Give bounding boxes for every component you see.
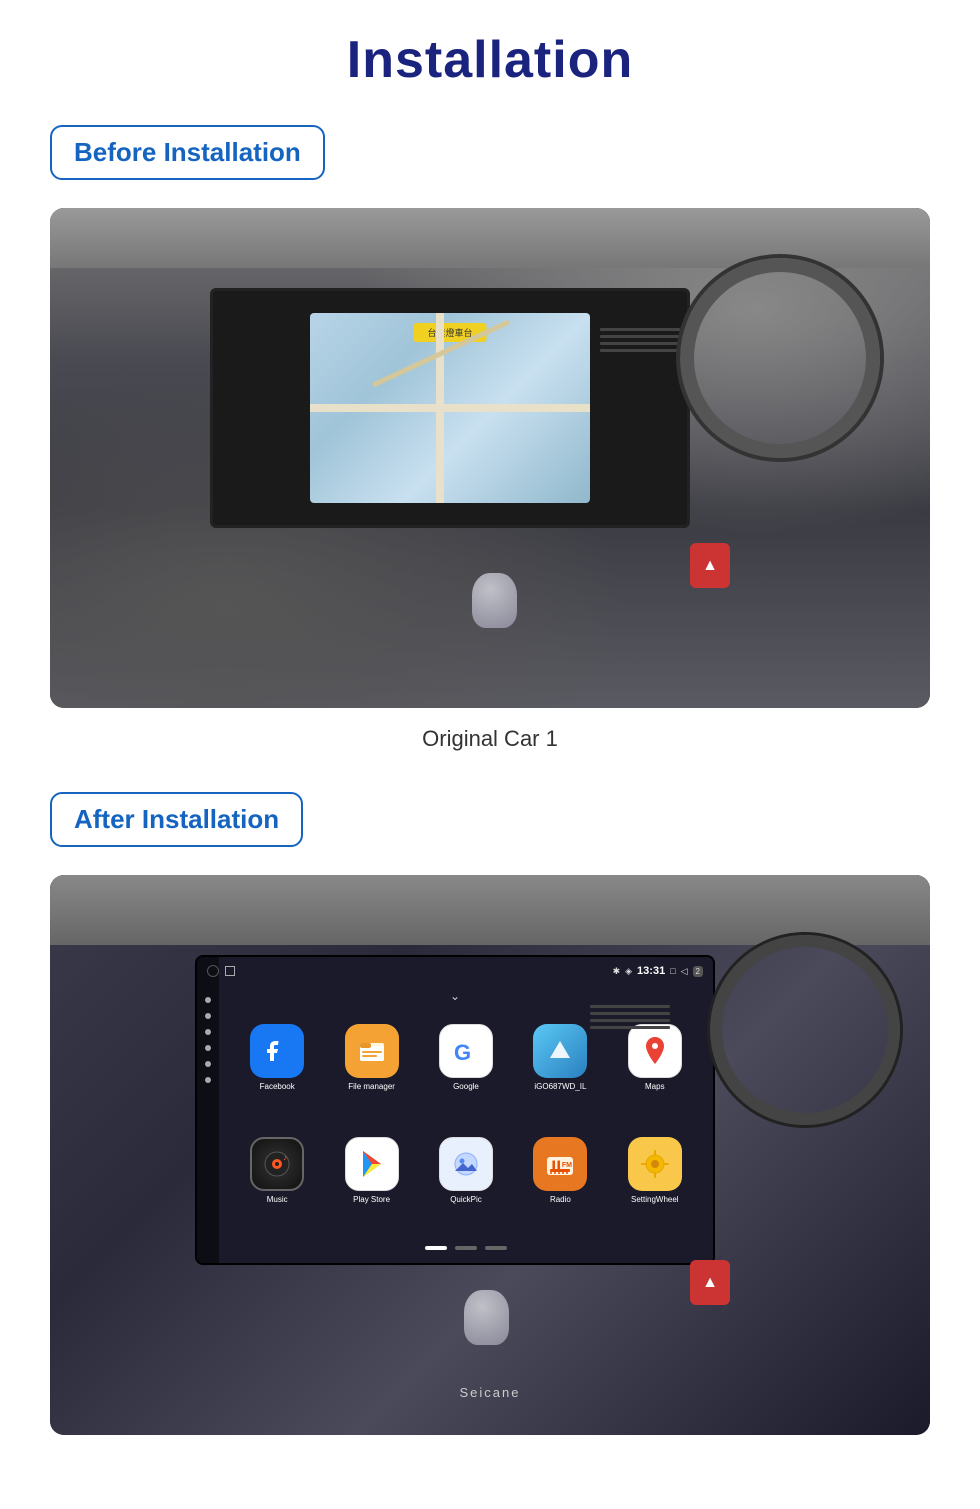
hazard-button-after: ▲ [690,1260,730,1305]
air-vents-after [590,1005,670,1029]
vent-line [600,342,680,345]
page-dot [485,1246,507,1250]
app-google[interactable]: G Google [439,1024,493,1091]
app-facebook[interactable]: Facebook [250,1024,304,1091]
app-maps[interactable]: Maps [628,1024,682,1091]
google-icon: G [439,1024,493,1078]
page-dot [455,1246,477,1250]
filemanager-icon [345,1024,399,1078]
app-settingwheel[interactable]: SettingWheel [628,1137,682,1204]
bluetooth-icon: ✱ [613,966,621,977]
android-page-dots [219,1233,713,1263]
music-label: Music [267,1195,288,1204]
notification-badge: 2 [693,966,703,977]
svg-text:▐▐ FM: ▐▐ FM [550,1160,572,1170]
google-label: Google [453,1082,479,1091]
steering-wheel-after [710,935,900,1125]
android-status-bar: ✱ ◈ 13:31 □ ◁ 2 [197,957,713,985]
igo-icon [533,1024,587,1078]
facebook-icon [250,1024,304,1078]
before-installation-label: Before Installation [50,125,325,180]
maps-label: Maps [645,1082,665,1091]
vent-line [590,1005,670,1008]
nav-dot [205,997,211,1003]
steering-wheel [680,258,880,458]
quickpic-icon [439,1137,493,1191]
settingwheel-label: SettingWheel [631,1195,679,1204]
vent-line [600,335,680,338]
square-icon [225,966,235,976]
original-head-unit: 台禁燈車台 [210,288,690,528]
side-nav-bar [197,957,219,1263]
app-quickpic[interactable]: QuickPic [439,1137,493,1204]
vent-line [600,328,680,331]
before-car-interior: 台禁燈車台 ▲ [50,208,930,708]
air-vents [600,328,680,352]
nav-dot [205,1029,211,1035]
nav-dot [205,1077,211,1083]
nav-dot [205,1045,211,1051]
after-installation-image: ✱ ◈ 13:31 □ ◁ 2 ⌄ [50,875,930,1435]
svg-text:♪: ♪ [283,1153,287,1162]
after-installation-label: After Installation [50,792,303,847]
hazard-button: ▲ [690,543,730,588]
page-title: Installation [347,30,633,90]
back-icon: ◁ [681,966,688,977]
app-filemanager[interactable]: File manager [345,1024,399,1091]
settingwheel-icon [628,1137,682,1191]
playstore-icon [345,1137,399,1191]
before-caption: Original Car 1 [422,726,558,752]
facebook-label: Facebook [260,1082,295,1091]
seicane-brand: Seicane [460,1385,521,1400]
window-icon: □ [670,966,675,976]
map-display: 台禁燈車台 [310,313,590,503]
maps-icon [628,1024,682,1078]
after-car-interior: ✱ ◈ 13:31 □ ◁ 2 ⌄ [50,875,930,1435]
radio-label: Radio [550,1195,571,1204]
music-icon: ♪ [250,1137,304,1191]
app-radio[interactable]: ▐▐ FM Radio [533,1137,587,1204]
nav-dot [205,1061,211,1067]
gear-knob-after [464,1290,509,1345]
nav-dot [205,1013,211,1019]
android-head-unit: ✱ ◈ 13:31 □ ◁ 2 ⌄ [195,955,715,1265]
igo-label: iGO687WD_IL [534,1082,586,1091]
time-display: 13:31 [637,965,665,977]
map-road-horizontal [310,404,590,412]
app-igo[interactable]: iGO687WD_IL [533,1024,587,1091]
car-background: 台禁燈車台 ▲ [50,208,930,708]
vent-line [590,1012,670,1015]
vent-line [590,1019,670,1022]
vent-line [590,1026,670,1029]
map-road-vertical [436,313,444,503]
before-installation-image: 台禁燈車台 ▲ [50,208,930,708]
filemanager-label: File manager [348,1082,395,1091]
radio-icon: ▐▐ FM [533,1137,587,1191]
svg-text:G: G [454,1040,471,1065]
page-dot-active [425,1246,447,1250]
status-icons: ✱ ◈ 13:31 □ ◁ 2 [613,965,703,977]
playstore-label: Play Store [353,1195,390,1204]
app-playstore[interactable]: Play Store [345,1137,399,1204]
vent-line [600,349,680,352]
gear-knob [472,573,517,628]
quickpic-label: QuickPic [450,1195,482,1204]
signal-icon: ◈ [625,966,632,977]
app-music[interactable]: ♪ Music [250,1137,304,1204]
